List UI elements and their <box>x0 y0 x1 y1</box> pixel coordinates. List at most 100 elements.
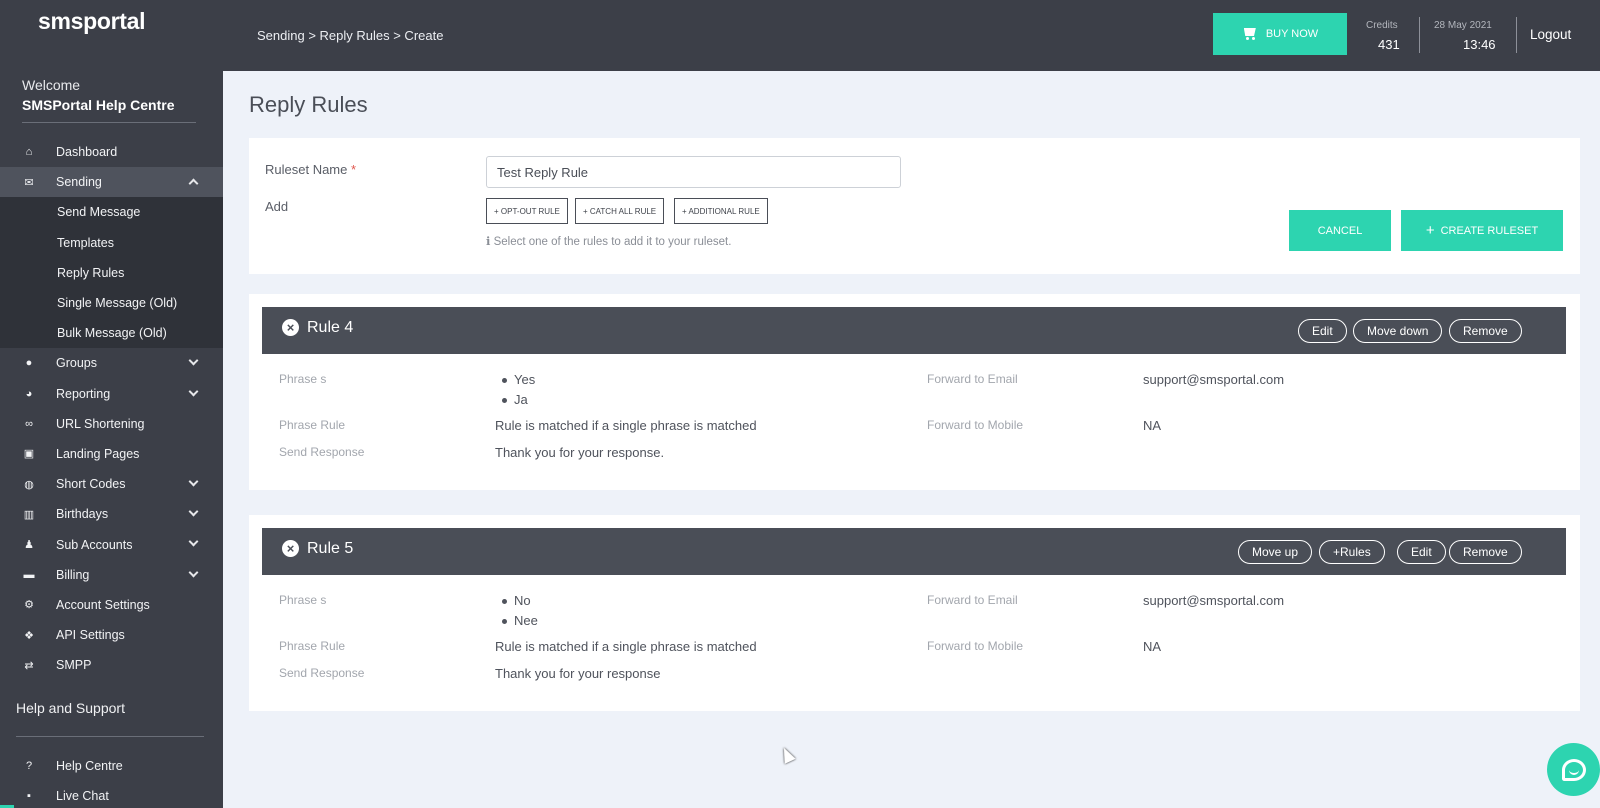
sidebar-item-label: Dashboard <box>56 145 118 160</box>
sidebar-item-help-centre[interactable]: ? Help Centre <box>0 751 223 781</box>
live-chat-widget[interactable] <box>1547 743 1600 796</box>
sidebar-item-sending[interactable]: ✉ Sending <box>0 167 223 198</box>
send-response-value: Thank you for your response. <box>495 445 665 460</box>
divider <box>1419 17 1420 53</box>
list-item: Nee <box>502 613 538 633</box>
phrase-rule-label: Phrase Rule <box>279 418 346 432</box>
cancel-button[interactable]: CANCEL <box>1289 210 1391 251</box>
date-label: 28 May 2021 <box>1434 20 1492 31</box>
chevron-up-icon <box>188 178 199 189</box>
ruleset-name-input[interactable] <box>486 156 901 188</box>
sidebar-item-bulk-message-old[interactable]: Bulk Message (Old) <box>0 318 223 348</box>
users-icon: ● <box>25 357 33 370</box>
sidebar-item-reporting[interactable]: ◕ Reporting <box>0 379 223 409</box>
sidebar-item-reply-rules[interactable]: Reply Rules <box>0 258 223 288</box>
exchange-icon: ⇄ <box>24 659 34 672</box>
sidebar-item-dashboard[interactable]: ⌂ Dashboard <box>0 137 223 167</box>
sidebar-item-billing[interactable]: ▬ Billing <box>0 560 223 590</box>
envelope-icon: ✉ <box>24 176 34 189</box>
add-opt-out-rule-button[interactable]: + OPT-OUT RULE <box>486 198 568 224</box>
chevron-down-icon <box>188 536 199 547</box>
sidebar-item-label: Short Codes <box>56 477 126 492</box>
forward-email-label: Forward to Email <box>927 593 1018 607</box>
add-catch-all-rule-button[interactable]: + CATCH ALL RULE <box>575 198 665 224</box>
sidebar-item-send-message[interactable]: Send Message <box>0 197 223 227</box>
link-icon: ∞ <box>25 417 33 430</box>
credit-card-icon: ▬ <box>23 568 35 581</box>
gears-icon: ⚙ <box>24 599 34 612</box>
user-plus-icon: ♟ <box>24 539 34 552</box>
sidebar-item-sub-accounts[interactable]: ♟ Sub Accounts <box>0 529 223 559</box>
send-response-label: Send Response <box>279 666 365 680</box>
remove-button[interactable]: Remove <box>1449 540 1522 564</box>
forward-email-value: support@smsportal.com <box>1143 372 1285 387</box>
sidebar-item-templates[interactable]: Templates <box>0 228 223 258</box>
rule-header: × Rule 5 Move up +Rules Edit Remove <box>262 528 1566 575</box>
sidebar-nav: ⌂ Dashboard ✉ Sending Send Message Templ… <box>0 137 223 680</box>
chat-icon <box>1561 758 1586 781</box>
required-mark: * <box>351 162 357 177</box>
phrase-list: No Nee <box>502 593 538 633</box>
sidebar-item-groups[interactable]: ● Groups <box>0 348 223 378</box>
phrase-rule-label: Phrase Rule <box>279 639 346 653</box>
sidebar-item-landing-pages[interactable]: ▣ Landing Pages <box>0 439 223 469</box>
info-icon: ℹ <box>486 236 491 248</box>
sidebar-item-short-codes[interactable]: ◍ Short Codes <box>0 469 223 499</box>
remove-button[interactable]: Remove <box>1449 319 1522 343</box>
chat-bubbles-icon: ◍ <box>24 478 34 491</box>
rule-card: × Rule 4 Edit Move down Remove Phrase s … <box>249 294 1580 490</box>
welcome-text: Welcome <box>22 77 81 93</box>
cubes-icon: ❖ <box>24 629 34 642</box>
phrase-list: Yes Ja <box>501 372 535 412</box>
sidebar-item-live-chat[interactable]: ▪ Live Chat <box>0 781 223 808</box>
page-title: Reply Rules <box>249 92 368 117</box>
move-down-button[interactable]: Move down <box>1353 319 1443 343</box>
time-value: 13:46 <box>1463 37 1496 52</box>
close-circle-icon[interactable]: × <box>282 540 299 557</box>
move-up-button[interactable]: Move up <box>1238 540 1313 564</box>
create-ruleset-label: CREATE RULESET <box>1440 225 1539 237</box>
logout-link[interactable]: Logout <box>1530 27 1571 42</box>
mouse-cursor-icon <box>778 745 796 764</box>
sidebar-item-account-settings[interactable]: ⚙ Account Settings <box>0 590 223 620</box>
chart-icon: ◕ <box>25 387 33 400</box>
sidebar-item-birthdays[interactable]: ▥ Birthdays <box>0 499 223 529</box>
add-additional-rule-button[interactable]: + ADDITIONAL RULE <box>674 198 768 224</box>
edit-button[interactable]: Edit <box>1298 319 1347 343</box>
rules-label: Rules <box>1340 545 1371 559</box>
divider <box>22 122 196 123</box>
rules-button[interactable]: +Rules <box>1319 540 1385 564</box>
forward-mobile-value: NA <box>1143 639 1162 654</box>
sidebar-item-api-settings[interactable]: ❖ API Settings <box>0 620 223 650</box>
cart-icon <box>1242 28 1258 40</box>
forward-email-value: support@smsportal.com <box>1143 593 1285 608</box>
edit-button[interactable]: Edit <box>1397 540 1446 564</box>
comment-icon: ▪ <box>27 790 31 803</box>
rule-title: Rule 5 <box>307 540 354 557</box>
list-item: No <box>502 593 538 613</box>
help-heading: Help and Support <box>16 700 125 716</box>
chevron-down-icon <box>188 386 199 396</box>
buy-now-button[interactable]: BUY NOW <box>1213 13 1347 55</box>
sidebar-item-smpp[interactable]: ⇄ SMPP <box>0 650 223 680</box>
chevron-down-icon <box>188 506 199 517</box>
divider <box>1516 17 1517 53</box>
sidebar-item-url-shortening[interactable]: ∞ URL Shortening <box>0 409 223 439</box>
phrases-label: Phrase s <box>279 593 327 607</box>
question-icon: ? <box>25 760 33 773</box>
close-circle-icon[interactable]: × <box>282 319 299 336</box>
sidebar-item-label: Groups <box>56 356 97 371</box>
create-ruleset-button[interactable]: + CREATE RULESET <box>1401 210 1563 251</box>
sidebar-item-single-message-old[interactable]: Single Message (Old) <box>0 288 223 318</box>
top-header: Sending > Reply Rules > Create BUY NOW C… <box>223 0 1600 71</box>
sidebar-item-label: Sub Accounts <box>56 537 133 552</box>
help-nav: ? Help Centre ▪ Live Chat <box>0 751 223 808</box>
hint-label: Select one of the rules to add it to you… <box>493 236 732 248</box>
send-response-value: Thank you for your response <box>495 666 661 681</box>
sidebar-item-label: Billing <box>56 567 90 582</box>
chevron-down-icon <box>188 355 199 366</box>
chevron-down-icon <box>188 476 199 487</box>
app-logo[interactable]: smsportal <box>38 8 146 35</box>
sidebar-item-label: URL Shortening <box>56 416 145 431</box>
sidebar-item-label: Live Chat <box>56 789 109 804</box>
